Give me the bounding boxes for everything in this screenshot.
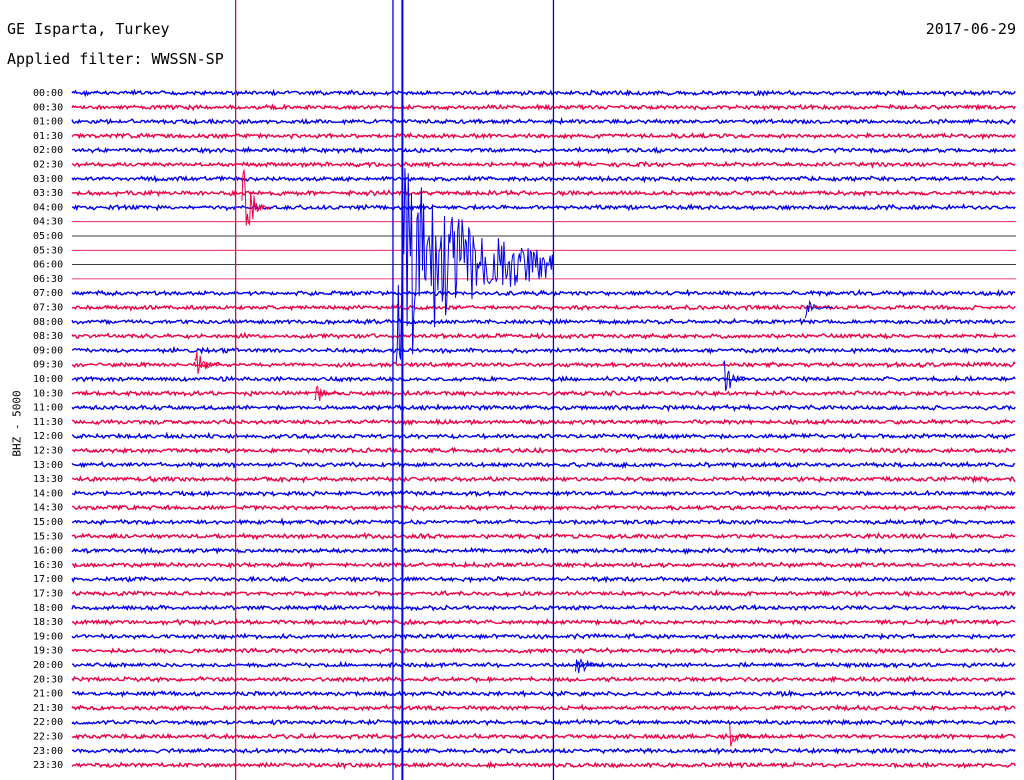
trace-row <box>71 546 1016 556</box>
trace-row <box>71 503 1016 512</box>
row-label: 13:00 <box>33 460 63 471</box>
trace-row <box>71 174 1016 184</box>
row-label: 00:00 <box>33 88 63 99</box>
trace-row <box>71 632 1016 641</box>
row-label: 15:30 <box>33 531 63 542</box>
trace-row <box>71 288 1016 298</box>
row-label: 10:00 <box>33 374 63 385</box>
row-label: 02:00 <box>33 145 63 156</box>
row-label: 19:30 <box>33 646 63 657</box>
row-label: 04:00 <box>33 202 63 213</box>
row-label: 16:00 <box>33 546 63 557</box>
row-label: 19:00 <box>33 631 63 642</box>
trace-row <box>71 389 1016 398</box>
trace-row <box>71 732 1016 741</box>
trace-row <box>71 103 1016 112</box>
trace-row <box>71 460 1016 469</box>
row-label: 11:30 <box>33 417 63 428</box>
trace-row <box>71 703 1016 712</box>
row-label: 12:30 <box>33 446 63 457</box>
trace-row <box>71 345 1016 355</box>
row-label: 23:30 <box>33 760 63 771</box>
row-label: 11:00 <box>33 403 63 414</box>
trace-row <box>71 403 1016 413</box>
row-label: 18:00 <box>33 603 63 614</box>
row-label: 03:30 <box>33 188 63 199</box>
trace-row <box>71 660 1016 669</box>
trace-row <box>71 474 1016 484</box>
trace-row <box>71 446 1016 455</box>
trace-row <box>71 746 1016 756</box>
trace-row <box>71 317 1016 326</box>
trace-row <box>71 116 1016 126</box>
event-burst <box>804 299 833 319</box>
trace-row <box>71 331 1016 341</box>
event-burst <box>729 724 758 747</box>
row-label: 21:00 <box>33 689 63 700</box>
row-label: 22:30 <box>33 732 63 743</box>
row-label: 21:30 <box>33 703 63 714</box>
trace-row <box>71 203 1016 212</box>
row-label: 23:00 <box>33 746 63 757</box>
trace-row <box>71 617 1016 627</box>
row-label: 02:30 <box>33 160 63 171</box>
row-label: 04:30 <box>33 217 63 228</box>
row-label: 10:30 <box>33 388 63 399</box>
row-label: 06:00 <box>33 260 63 271</box>
trace-row <box>71 374 1016 384</box>
row-label: 08:30 <box>33 331 63 342</box>
trace-row <box>71 575 1016 584</box>
trace-row <box>71 431 1016 441</box>
row-label: 08:00 <box>33 317 63 328</box>
trace-row <box>71 718 1016 727</box>
row-label: 09:30 <box>33 360 63 371</box>
trace-row <box>71 760 1016 770</box>
row-label: 01:00 <box>33 117 63 128</box>
row-label: 05:00 <box>33 231 63 242</box>
trace-row <box>71 689 1016 698</box>
trace-layer <box>71 88 1016 770</box>
trace-row <box>71 588 1016 598</box>
row-label: 13:30 <box>33 474 63 485</box>
marker-layer <box>234 0 555 780</box>
trace-row <box>71 145 1016 155</box>
trace-row <box>71 517 1016 527</box>
row-label: 14:00 <box>33 488 63 499</box>
trace-row <box>71 560 1016 570</box>
row-label: 00:30 <box>33 102 63 113</box>
helicorder-plot: 00:00 00:30 01:00 01:30 02:00 02:30 03:00 03:30… <box>33 0 1016 780</box>
trace-row <box>71 160 1016 169</box>
row-label: 07:30 <box>33 303 63 314</box>
row-label: 16:30 <box>33 560 63 571</box>
row-label: 20:30 <box>33 674 63 685</box>
row-label: 09:00 <box>33 345 63 356</box>
row-label: 01:30 <box>33 131 63 142</box>
event-burst <box>314 385 342 402</box>
row-label: 22:00 <box>33 717 63 728</box>
row-label: 15:00 <box>33 517 63 528</box>
trace-row <box>71 603 1016 612</box>
trace-row <box>71 531 1016 541</box>
trace-row <box>71 675 1016 684</box>
row-label: 17:00 <box>33 574 63 585</box>
row-label: 18:30 <box>33 617 63 628</box>
trace-row <box>71 88 1016 98</box>
row-label-layer: 00:00 00:30 01:00 01:30 02:00 02:30 03:00 03:30… <box>33 88 63 771</box>
trace-row <box>71 489 1016 498</box>
trace-row <box>72 417 1016 426</box>
row-label: 07:00 <box>33 288 63 299</box>
trace-row <box>71 189 1016 198</box>
row-label: 20:00 <box>33 660 63 671</box>
row-label: 14:30 <box>33 503 63 514</box>
trace-row <box>71 131 1016 141</box>
row-label: 03:00 <box>33 174 63 185</box>
row-label: 06:30 <box>33 274 63 285</box>
row-label: 12:00 <box>33 431 63 442</box>
row-label: 05:30 <box>33 245 63 256</box>
trace-row <box>71 646 1016 655</box>
row-label: 17:30 <box>33 589 63 600</box>
trace-row <box>71 303 1016 312</box>
